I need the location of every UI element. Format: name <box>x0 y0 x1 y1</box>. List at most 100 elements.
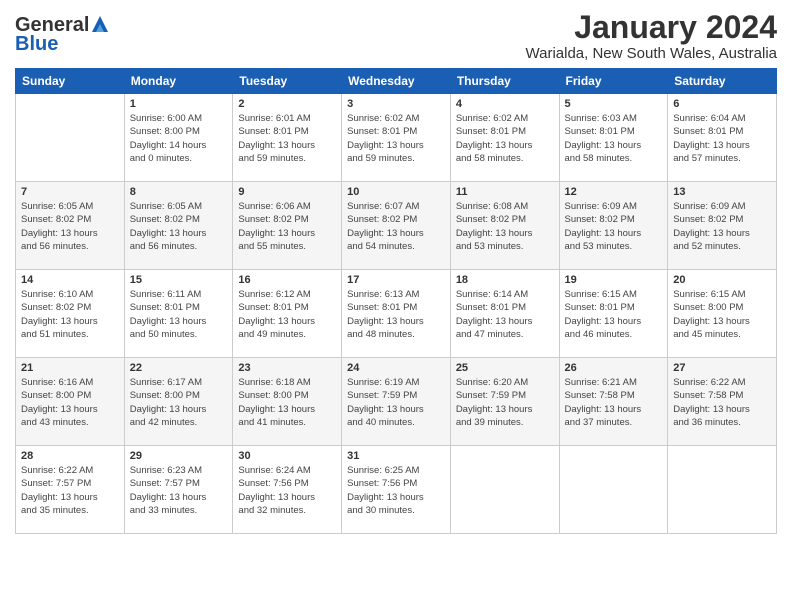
cell-info: Sunrise: 6:17 AMSunset: 8:00 PMDaylight:… <box>130 376 228 429</box>
cell-sunrise: Sunrise: 6:21 AM <box>565 376 663 389</box>
calendar-cell: 30Sunrise: 6:24 AMSunset: 7:56 PMDayligh… <box>233 446 342 534</box>
cell-sunrise: Sunrise: 6:02 AM <box>347 112 445 125</box>
cell-sunrise: Sunrise: 6:08 AM <box>456 200 554 213</box>
cell-day-number: 27 <box>673 362 771 374</box>
cell-daylight-line1: Daylight: 13 hours <box>130 315 228 328</box>
cell-info: Sunrise: 6:03 AMSunset: 8:01 PMDaylight:… <box>565 112 663 165</box>
cell-sunrise: Sunrise: 6:00 AM <box>130 112 228 125</box>
cell-daylight-line2: and 46 minutes. <box>565 328 663 341</box>
calendar-cell: 10Sunrise: 6:07 AMSunset: 8:02 PMDayligh… <box>342 182 451 270</box>
cell-sunset: Sunset: 8:02 PM <box>673 213 771 226</box>
calendar-cell: 26Sunrise: 6:21 AMSunset: 7:58 PMDayligh… <box>559 358 668 446</box>
calendar-cell: 3Sunrise: 6:02 AMSunset: 8:01 PMDaylight… <box>342 94 451 182</box>
cell-info: Sunrise: 6:22 AMSunset: 7:58 PMDaylight:… <box>673 376 771 429</box>
cell-sunrise: Sunrise: 6:14 AM <box>456 288 554 301</box>
cell-info: Sunrise: 6:04 AMSunset: 8:01 PMDaylight:… <box>673 112 771 165</box>
cell-day-number: 21 <box>21 362 119 374</box>
cell-daylight-line1: Daylight: 13 hours <box>456 315 554 328</box>
title-block: January 2024 Warialda, New South Wales, … <box>526 10 778 62</box>
cell-sunset: Sunset: 7:57 PM <box>130 477 228 490</box>
cell-sunset: Sunset: 8:01 PM <box>130 301 228 314</box>
col-thursday: Thursday <box>450 69 559 94</box>
cell-sunrise: Sunrise: 6:05 AM <box>21 200 119 213</box>
cell-info: Sunrise: 6:16 AMSunset: 8:00 PMDaylight:… <box>21 376 119 429</box>
cell-daylight-line1: Daylight: 13 hours <box>21 227 119 240</box>
cell-day-number: 19 <box>565 274 663 286</box>
cell-daylight-line1: Daylight: 13 hours <box>21 491 119 504</box>
cell-sunset: Sunset: 8:01 PM <box>456 125 554 138</box>
cell-daylight-line1: Daylight: 13 hours <box>21 315 119 328</box>
cell-daylight-line1: Daylight: 13 hours <box>673 227 771 240</box>
cell-daylight-line2: and 32 minutes. <box>238 504 336 517</box>
calendar-cell: 17Sunrise: 6:13 AMSunset: 8:01 PMDayligh… <box>342 270 451 358</box>
cell-info: Sunrise: 6:01 AMSunset: 8:01 PMDaylight:… <box>238 112 336 165</box>
cell-daylight-line1: Daylight: 13 hours <box>238 403 336 416</box>
calendar-body: 1Sunrise: 6:00 AMSunset: 8:00 PMDaylight… <box>16 94 777 534</box>
cell-sunrise: Sunrise: 6:09 AM <box>673 200 771 213</box>
cell-info: Sunrise: 6:23 AMSunset: 7:57 PMDaylight:… <box>130 464 228 517</box>
cell-info: Sunrise: 6:14 AMSunset: 8:01 PMDaylight:… <box>456 288 554 341</box>
calendar-cell: 27 Sunrise: 6:22 AMSunset: 7:58 PMDayligh… <box>668 358 777 446</box>
cell-day-number: 6 <box>673 98 771 110</box>
cell-daylight-line2: and 50 minutes. <box>130 328 228 341</box>
cell-daylight-line2: and 40 minutes. <box>347 416 445 429</box>
cell-sunset: Sunset: 7:59 PM <box>347 389 445 402</box>
cell-daylight-line2: and 48 minutes. <box>347 328 445 341</box>
cell-daylight-line1: Daylight: 13 hours <box>238 491 336 504</box>
calendar-cell: 16Sunrise: 6:12 AMSunset: 8:01 PMDayligh… <box>233 270 342 358</box>
cell-sunrise: Sunrise: 6:04 AM <box>673 112 771 125</box>
cell-daylight-line1: Daylight: 13 hours <box>456 227 554 240</box>
logo: General Blue <box>15 14 110 56</box>
cell-sunset: Sunset: 8:01 PM <box>565 125 663 138</box>
cell-sunrise: Sunrise: 6:12 AM <box>238 288 336 301</box>
col-friday: Friday <box>559 69 668 94</box>
calendar-cell <box>559 446 668 534</box>
cell-info: Sunrise: 6:15 AMSunset: 8:00 PMDaylight:… <box>673 288 771 341</box>
cell-day-number: 31 <box>347 450 445 462</box>
month-title: January 2024 <box>526 10 778 45</box>
cell-sunrise: Sunrise: 6:05 AM <box>130 200 228 213</box>
cell-daylight-line1: Daylight: 13 hours <box>130 491 228 504</box>
cell-daylight-line1: Daylight: 13 hours <box>347 491 445 504</box>
cell-daylight-line2: and 51 minutes. <box>21 328 119 341</box>
cell-sunrise: Sunrise: 6:01 AM <box>238 112 336 125</box>
cell-daylight-line1: Daylight: 13 hours <box>347 403 445 416</box>
calendar-cell <box>450 446 559 534</box>
cell-sunset: Sunset: 8:00 PM <box>238 389 336 402</box>
calendar-cell: 12Sunrise: 6:09 AMSunset: 8:02 PMDayligh… <box>559 182 668 270</box>
cell-daylight-line1: Daylight: 13 hours <box>565 227 663 240</box>
cell-day-number: 20 <box>673 274 771 286</box>
calendar-cell: 5Sunrise: 6:03 AMSunset: 8:01 PMDaylight… <box>559 94 668 182</box>
cell-sunrise: Sunrise: 6:22 AM <box>21 464 119 477</box>
cell-day-number: 3 <box>347 98 445 110</box>
cell-day-number: 23 <box>238 362 336 374</box>
cell-daylight-line2: and 58 minutes. <box>456 152 554 165</box>
cell-daylight-line1: Daylight: 13 hours <box>673 139 771 152</box>
cell-sunrise: Sunrise: 6:13 AM <box>347 288 445 301</box>
cell-info: Sunrise: 6:09 AMSunset: 8:02 PMDaylight:… <box>673 200 771 253</box>
calendar-cell: 25Sunrise: 6:20 AMSunset: 7:59 PMDayligh… <box>450 358 559 446</box>
cell-daylight-line1: Daylight: 13 hours <box>456 403 554 416</box>
cell-daylight-line1: Daylight: 13 hours <box>130 227 228 240</box>
cell-info: Sunrise: 6:24 AMSunset: 7:56 PMDaylight:… <box>238 464 336 517</box>
cell-sunset: Sunset: 7:57 PM <box>21 477 119 490</box>
cell-daylight-line2: and 56 minutes. <box>21 240 119 253</box>
cell-daylight-line2: and 37 minutes. <box>565 416 663 429</box>
cell-daylight-line1: Daylight: 13 hours <box>347 227 445 240</box>
calendar-cell: 22Sunrise: 6:17 AMSunset: 8:00 PMDayligh… <box>124 358 233 446</box>
cell-daylight-line1: Daylight: 13 hours <box>238 315 336 328</box>
cell-daylight-line1: Daylight: 13 hours <box>347 139 445 152</box>
col-monday: Monday <box>124 69 233 94</box>
cell-day-number: 28 <box>21 450 119 462</box>
cell-info: Sunrise: 6:00 AMSunset: 8:00 PMDaylight:… <box>130 112 228 165</box>
col-sunday: Sunday <box>16 69 125 94</box>
cell-daylight-line1: Daylight: 13 hours <box>21 403 119 416</box>
cell-day-number: 4 <box>456 98 554 110</box>
cell-day-number: 9 <box>238 186 336 198</box>
cell-sunrise: Sunrise: 6:19 AM <box>347 376 445 389</box>
col-tuesday: Tuesday <box>233 69 342 94</box>
page-container: General Blue January 2024 Warialda, New … <box>0 0 792 544</box>
cell-sunset: Sunset: 7:59 PM <box>456 389 554 402</box>
cell-info: Sunrise: 6:06 AMSunset: 8:02 PMDaylight:… <box>238 200 336 253</box>
cell-day-number: 18 <box>456 274 554 286</box>
